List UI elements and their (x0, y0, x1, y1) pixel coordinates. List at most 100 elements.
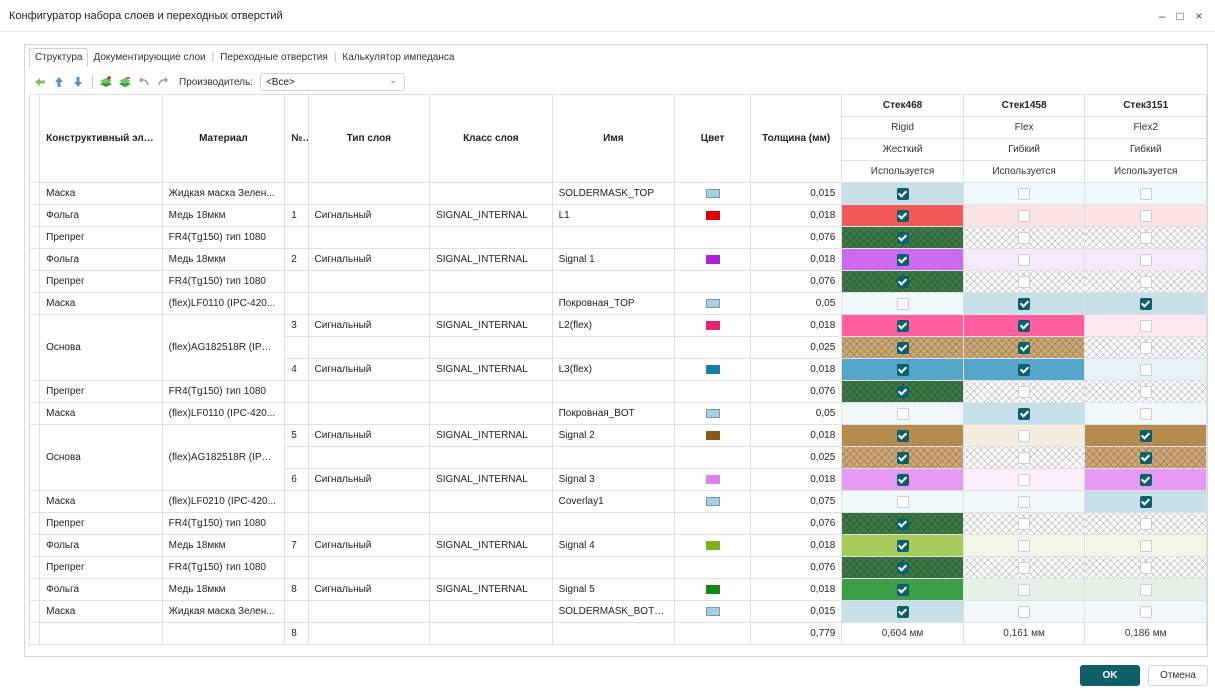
checkbox-checked[interactable] (896, 253, 909, 266)
thickness-cell[interactable]: 0,015 (750, 182, 843, 205)
tab-documentation-layers[interactable]: Документирующие слои (88, 49, 210, 66)
table-row[interactable]: Основа (flex)AG182518R (IPC-... 5 Сигнальны… (28, 424, 1207, 491)
stack-cell-2[interactable] (1084, 314, 1207, 337)
layer-name-cell[interactable]: L1 (551, 204, 676, 227)
layer-type-cell[interactable] (307, 270, 431, 293)
layer-class-cell[interactable] (429, 380, 553, 403)
material-cell[interactable]: (flex)LF0110 (IPC-420... (161, 292, 286, 315)
layer-name-cell[interactable]: Signal 5 (551, 578, 676, 601)
layer-type-cell[interactable] (307, 292, 431, 315)
stack-header-2[interactable]: Стек3151 (1084, 94, 1207, 117)
checkbox-unchecked[interactable] (1139, 363, 1152, 376)
color-cell[interactable] (674, 424, 752, 447)
layer-name-cell[interactable]: Signal 1 (551, 248, 676, 271)
add-layer-icon[interactable] (97, 73, 115, 91)
layer-name-cell[interactable]: L3(flex) (551, 358, 676, 381)
table-row[interactable]: Фольга Медь 18мкм 7 Сигнальный SIGNAL_INTERN… (28, 534, 1207, 557)
row-selector[interactable] (28, 248, 41, 271)
layer-type-cell[interactable] (307, 380, 431, 403)
checkbox-checked[interactable] (896, 319, 909, 332)
checkbox-checked[interactable] (896, 583, 909, 596)
color-cell[interactable] (674, 336, 752, 359)
thickness-cell[interactable]: 0,05 (750, 402, 843, 425)
tab-impedance-calculator[interactable]: Калькулятор импеданса (337, 49, 459, 66)
color-cell[interactable] (674, 380, 752, 403)
table-row[interactable]: Фольга Медь 18мкм 1 Сигнальный SIGNAL_INTERN… (28, 204, 1207, 227)
row-selector[interactable] (28, 226, 41, 249)
cancel-button[interactable]: Отмена (1148, 665, 1208, 686)
material-cell[interactable]: Медь 18мкм (161, 534, 286, 557)
table-row[interactable]: Препрег FR4(Tg150) тип 1080 0,076 (28, 380, 1207, 403)
layer-type-cell[interactable] (307, 182, 431, 205)
layer-type-cell[interactable] (307, 226, 431, 249)
table-row[interactable]: Препрег FR4(Tg150) тип 1080 0,076 (28, 270, 1207, 293)
checkbox-checked[interactable] (1018, 341, 1031, 354)
table-row[interactable]: Препрег FR4(Tg150) тип 1080 0,076 (28, 556, 1207, 579)
checkbox-unchecked[interactable] (1018, 605, 1031, 618)
stack-cell-2[interactable] (1084, 270, 1207, 293)
layer-name-cell[interactable] (551, 512, 676, 535)
checkbox-checked[interactable] (1139, 473, 1152, 486)
material-cell[interactable]: FR4(Tg150) тип 1080 (161, 270, 286, 293)
checkbox-checked[interactable] (1139, 451, 1152, 464)
layer-name-cell[interactable] (551, 336, 676, 359)
thickness-cell[interactable]: 0,018 (750, 468, 843, 491)
material-cell[interactable]: FR4(Tg150) тип 1080 (161, 226, 286, 249)
layer-type-cell[interactable] (307, 600, 431, 623)
checkbox-checked[interactable] (896, 539, 909, 552)
layer-name-cell[interactable]: Signal 2 (551, 424, 676, 447)
checkbox-unchecked[interactable] (1139, 407, 1152, 420)
table-row[interactable]: Фольга Медь 18мкм 2 Сигнальный SIGNAL_INTERN… (28, 248, 1207, 271)
row-selector[interactable] (28, 534, 41, 557)
col-material-header[interactable]: Материал (161, 94, 286, 183)
row-selector[interactable] (28, 204, 41, 227)
row-selector[interactable] (28, 490, 41, 513)
remove-layer-icon[interactable] (116, 73, 134, 91)
stack-cell-2[interactable] (1084, 468, 1207, 491)
thickness-cell[interactable]: 0,018 (750, 358, 843, 381)
checkbox-unchecked[interactable] (1139, 187, 1152, 200)
layer-name-cell[interactable] (551, 270, 676, 293)
material-cell[interactable]: (flex)LF0110 (IPC-420... (161, 402, 286, 425)
row-selector[interactable] (28, 314, 41, 381)
stack-cell-1[interactable] (962, 556, 1086, 579)
material-cell[interactable]: FR4(Tg150) тип 1080 (161, 380, 286, 403)
checkbox-checked[interactable] (1018, 407, 1031, 420)
stack-cell-2[interactable] (1084, 182, 1207, 205)
checkbox-unchecked[interactable] (1139, 319, 1152, 332)
checkbox-unchecked[interactable] (1018, 429, 1031, 442)
color-cell[interactable] (674, 402, 752, 425)
layer-class-cell[interactable]: SIGNAL_INTERNAL (429, 204, 553, 227)
material-cell[interactable]: Жидкая маска Зелен... (161, 600, 286, 623)
material-cell[interactable]: Жидкая маска Зелен... (161, 182, 286, 205)
checkbox-unchecked[interactable] (1139, 539, 1152, 552)
layer-class-cell[interactable] (429, 226, 553, 249)
checkbox-unchecked[interactable] (1139, 209, 1152, 222)
checkbox-unchecked[interactable] (896, 297, 909, 310)
material-cell[interactable]: (flex)AG182518R (IPC-... (161, 424, 286, 491)
thickness-cell[interactable]: 0,018 (750, 204, 843, 227)
thickness-cell[interactable]: 0,025 (750, 336, 843, 359)
layer-type-cell[interactable]: Сигнальный (307, 248, 431, 271)
thickness-cell[interactable]: 0,076 (750, 270, 843, 293)
layer-class-cell[interactable] (429, 402, 553, 425)
layer-type-cell[interactable] (307, 336, 431, 359)
table-row[interactable]: Фольга Медь 18мкм 8 Сигнальный SIGNAL_INTERN… (28, 578, 1207, 601)
stack-cell-2[interactable] (1084, 578, 1207, 601)
checkbox-checked[interactable] (1018, 363, 1031, 376)
color-cell[interactable] (674, 182, 752, 205)
stack-cell-1[interactable] (962, 204, 1086, 227)
stack-cell-0[interactable] (841, 402, 964, 425)
color-cell[interactable] (674, 204, 752, 227)
color-cell[interactable] (674, 270, 752, 293)
stack-cell-2[interactable] (1084, 248, 1207, 271)
checkbox-unchecked[interactable] (1139, 341, 1152, 354)
layer-type-cell[interactable]: Сигнальный (307, 578, 431, 601)
checkbox-unchecked[interactable] (1018, 583, 1031, 596)
stack-cell-1[interactable] (962, 402, 1086, 425)
undo-icon[interactable] (135, 73, 153, 91)
checkbox-unchecked[interactable] (1018, 253, 1031, 266)
layer-class-cell[interactable]: SIGNAL_INTERNAL (429, 534, 553, 557)
checkbox-unchecked[interactable] (1018, 561, 1031, 574)
stack-cell-1[interactable] (962, 358, 1086, 381)
